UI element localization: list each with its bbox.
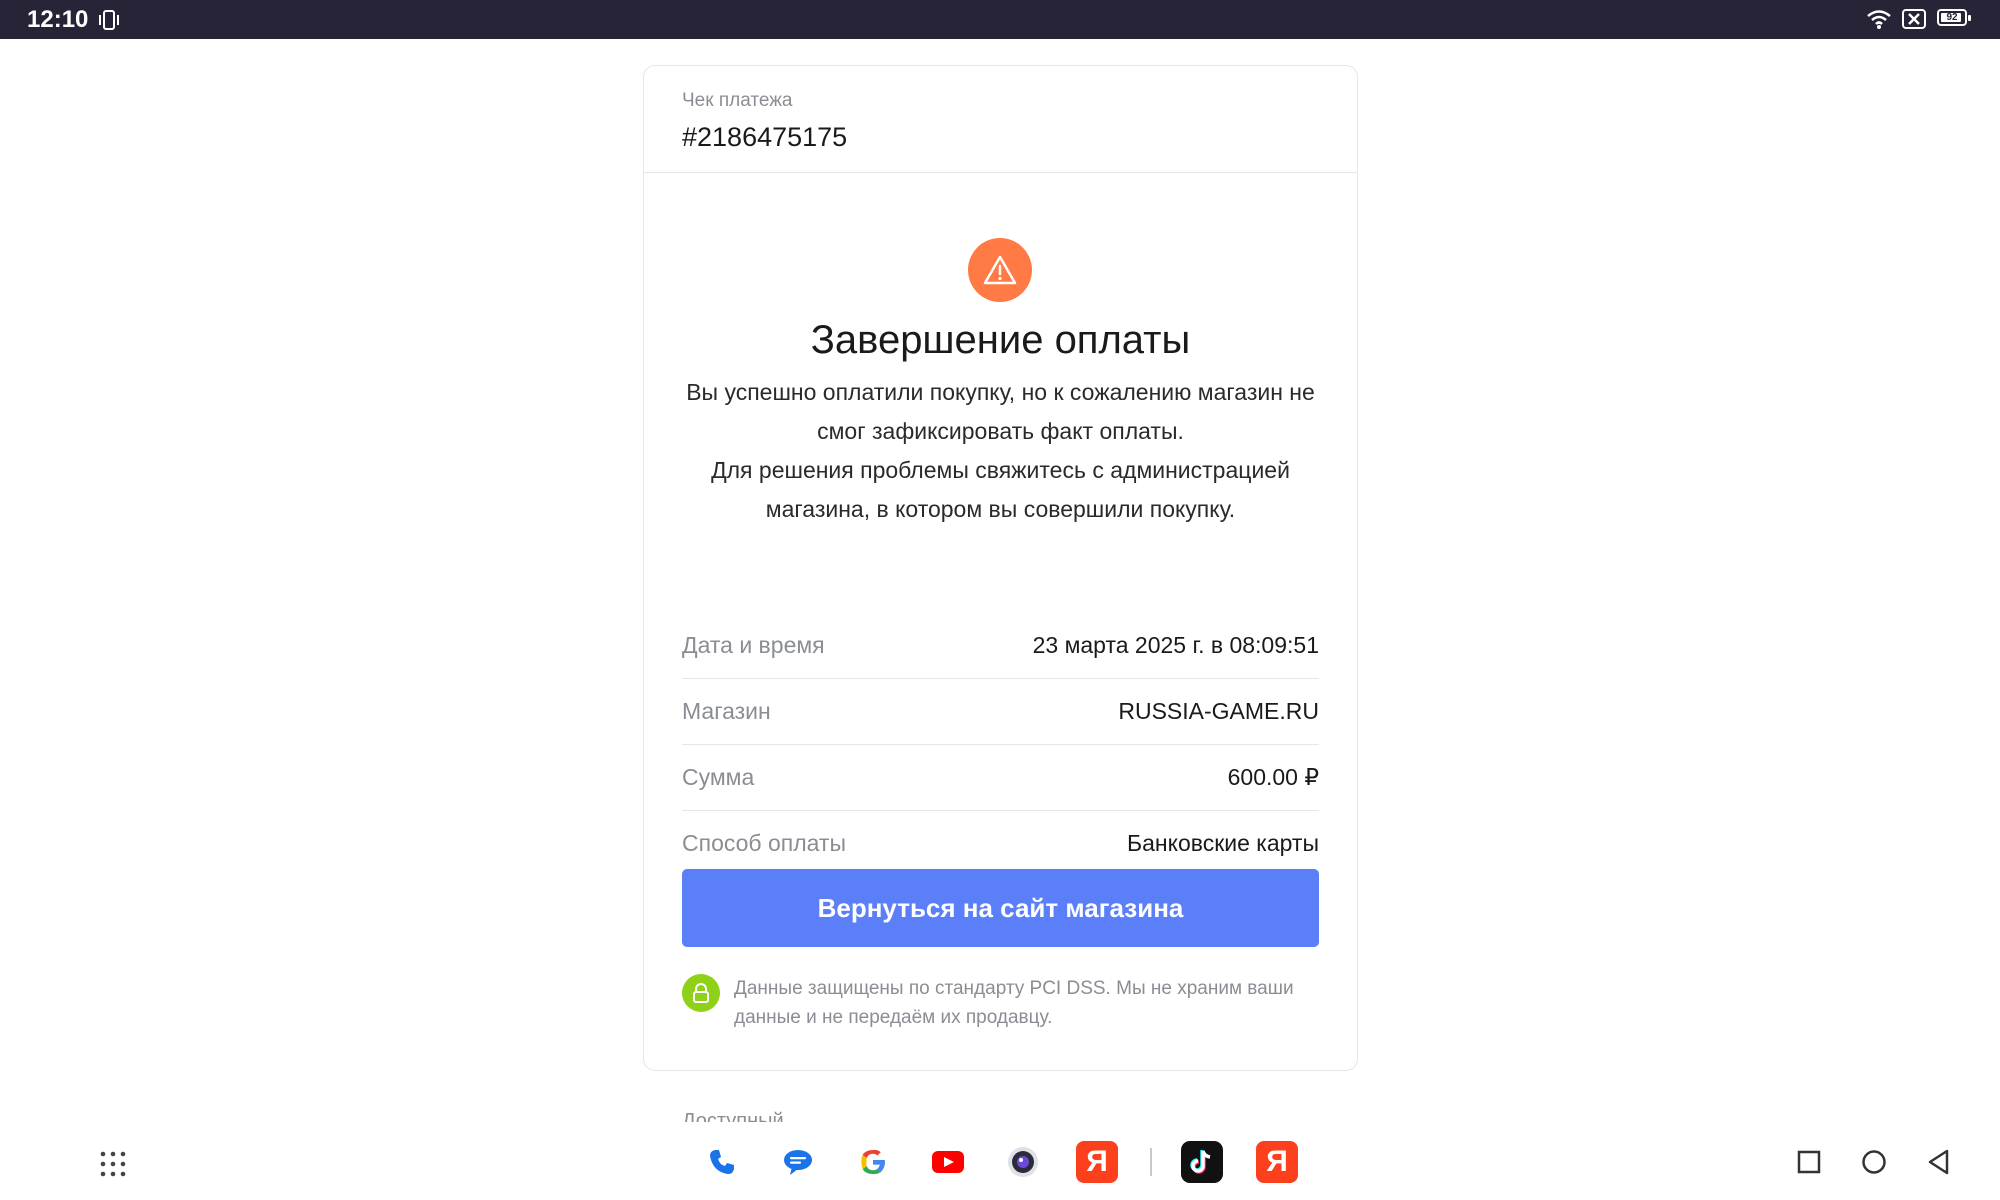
detail-value: RUSSIA-GAME.RU xyxy=(1118,698,1319,724)
lock-icon xyxy=(682,974,720,1012)
detail-value: 23 марта 2025 г. в 08:09:51 xyxy=(1032,632,1319,658)
camera-icon[interactable] xyxy=(1002,1141,1044,1183)
detail-row-datetime: Дата и время 23 марта 2025 г. в 08:09:51 xyxy=(682,613,1319,679)
detail-value: 600.00 ₽ xyxy=(1227,764,1319,790)
yandex-browser-icon[interactable]: Я xyxy=(1256,1141,1298,1183)
detail-row-shop: Магазин RUSSIA-GAME.RU xyxy=(682,679,1319,745)
navigation-bar: Я Я xyxy=(0,1122,2000,1200)
home-button[interactable] xyxy=(1859,1147,1889,1177)
detail-row-method: Способ оплаты Банковские карты xyxy=(682,811,1319,877)
wifi-icon xyxy=(1867,10,1891,29)
recents-button[interactable] xyxy=(1794,1147,1824,1177)
receipt-label: Чек платежа xyxy=(682,90,793,111)
tiktok-icon[interactable] xyxy=(1181,1141,1223,1183)
partial-text: Доступный xyxy=(682,1110,784,1122)
warning-icon xyxy=(968,238,1032,302)
detail-row-amount: Сумма 600.00 ₽ xyxy=(682,745,1319,811)
back-button[interactable] xyxy=(1924,1147,1954,1177)
security-text: Данные защищены по стандарту PCI DSS. Мы… xyxy=(734,978,1294,1028)
youtube-icon[interactable] xyxy=(927,1141,969,1183)
yandex-browser-glyph: Я xyxy=(1266,1145,1288,1178)
messages-icon[interactable] xyxy=(777,1141,819,1183)
yandex-icon[interactable]: Я xyxy=(1076,1141,1118,1183)
detail-label: Способ оплаты xyxy=(682,830,846,856)
detail-label: Дата и время xyxy=(682,632,825,658)
receipt-header: Чек платежа #2186475175 xyxy=(644,66,1357,173)
phone-icon[interactable] xyxy=(701,1141,743,1183)
app-dock: Я Я xyxy=(0,1122,2000,1200)
yandex-glyph: Я xyxy=(1086,1145,1108,1178)
detail-label: Магазин xyxy=(682,698,771,724)
battery-level: 92 xyxy=(1946,12,1958,23)
detail-value: Банковские карты xyxy=(1127,830,1319,856)
vibrate-icon xyxy=(99,10,119,30)
receipt-number: #2186475175 xyxy=(682,122,848,152)
status-description-line-1: Вы успешно оплатили покупку, но к сожале… xyxy=(686,379,1315,444)
no-sim-icon xyxy=(1902,9,1926,29)
status-title: Завершение оплаты xyxy=(810,318,1191,362)
battery-icon: 92 xyxy=(1937,9,1971,26)
status-description-line-2: Для решения проблемы свяжитесь с админис… xyxy=(711,457,1290,522)
dock-separator xyxy=(1150,1148,1152,1176)
receipt-card: Чек платежа #2186475175 Завершение оплат… xyxy=(643,65,1358,1071)
payment-details: Дата и время 23 марта 2025 г. в 08:09:51… xyxy=(682,613,1319,877)
return-to-shop-button[interactable]: Вернуться на сайт магазина xyxy=(682,869,1319,947)
status-bar: 12:10 92 xyxy=(0,0,2000,39)
detail-label: Сумма xyxy=(682,764,755,790)
status-description: Вы успешно оплатили покупку, но к сожале… xyxy=(674,373,1327,529)
status-time: 12:10 xyxy=(27,6,89,33)
google-icon[interactable] xyxy=(852,1141,894,1183)
